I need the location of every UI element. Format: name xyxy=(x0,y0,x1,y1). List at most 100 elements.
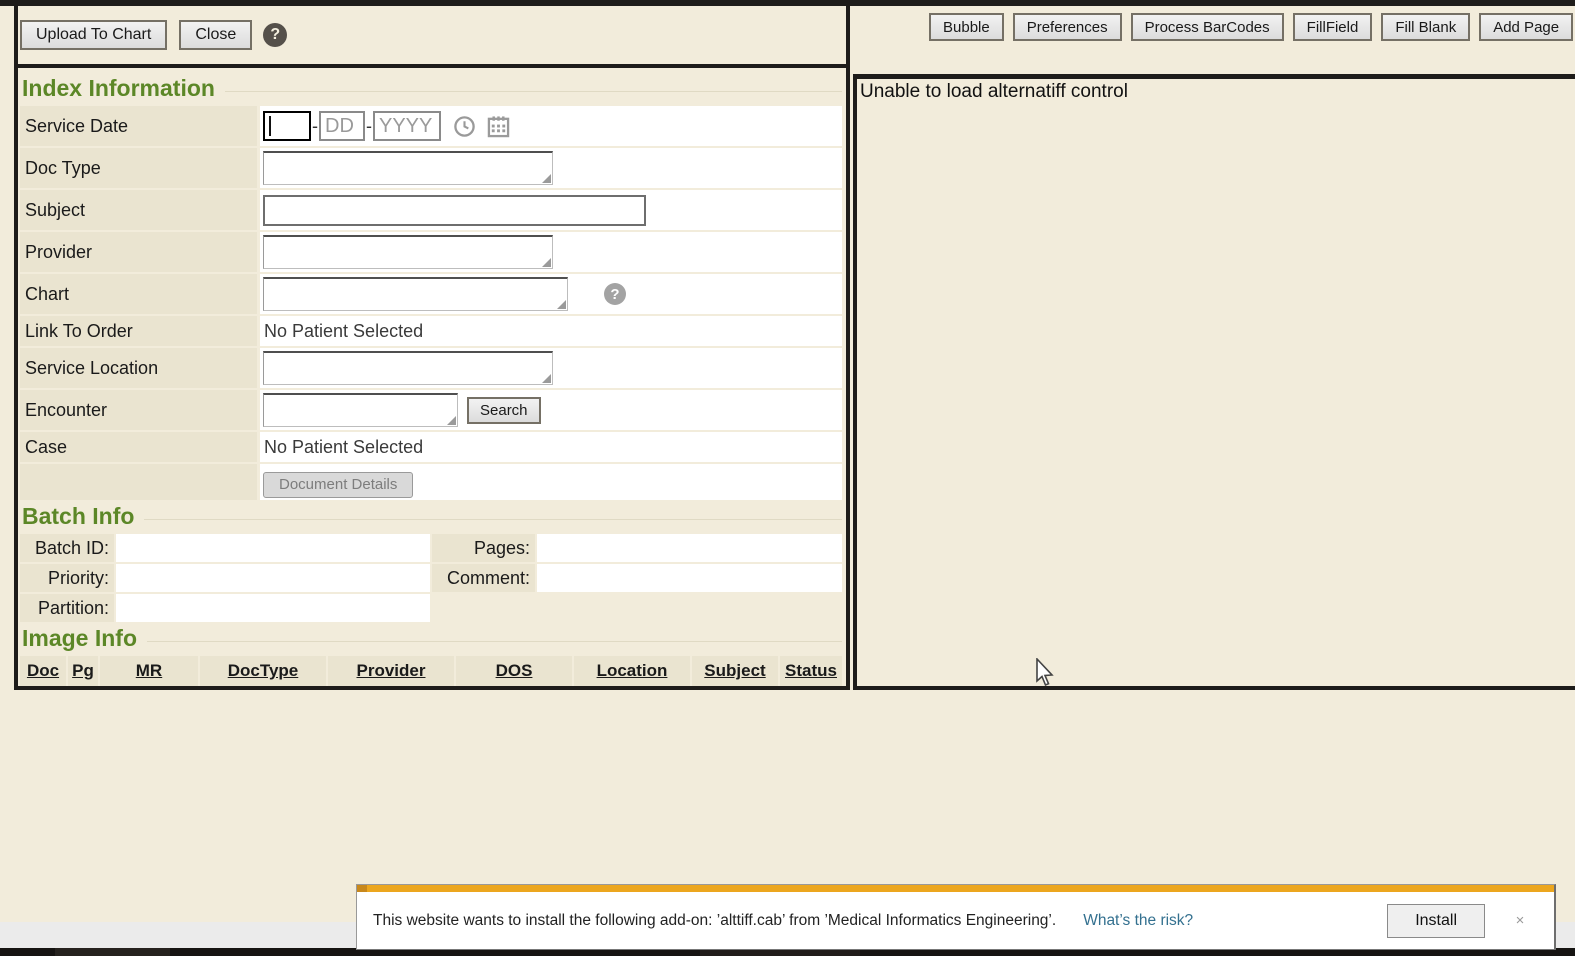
provider-row: Provider xyxy=(20,232,842,272)
whats-the-risk-link[interactable]: What’s the risk? xyxy=(1083,912,1193,930)
upload-to-chart-button[interactable]: Upload To Chart xyxy=(20,20,167,50)
fill-blank-button[interactable]: Fill Blank xyxy=(1381,13,1470,41)
index-toolbar: Upload To Chart Close ? xyxy=(18,6,846,68)
install-button[interactable]: Install xyxy=(1387,904,1485,938)
date-separator: - xyxy=(312,116,318,137)
subject-field xyxy=(260,190,842,230)
service-date-year-input[interactable]: YYYY xyxy=(373,111,441,141)
service-date-row: Service Date - DD - YYYY xyxy=(20,106,842,146)
column-header-mr[interactable]: MR xyxy=(100,656,198,686)
chart-row: Chart ? xyxy=(20,274,842,314)
service-location-field xyxy=(260,348,842,388)
index-information-header: Index Information xyxy=(22,75,842,102)
column-header-location[interactable]: Location xyxy=(574,656,690,686)
combo-corner-icon xyxy=(542,258,551,267)
case-value: No Patient Selected xyxy=(263,437,423,458)
column-header-pg[interactable]: Pg xyxy=(68,656,98,686)
header-rule xyxy=(147,641,842,642)
fillfield-button[interactable]: FillField xyxy=(1293,13,1373,41)
doc-type-combobox[interactable] xyxy=(263,151,553,185)
combo-corner-icon xyxy=(557,300,566,309)
process-barcodes-button[interactable]: Process BarCodes xyxy=(1131,13,1284,41)
case-label: Case xyxy=(20,432,257,462)
notification-message: This website wants to install the follow… xyxy=(373,912,1056,930)
service-date-month-input[interactable] xyxy=(263,111,311,141)
service-location-combobox[interactable] xyxy=(263,351,553,385)
doc-type-row: Doc Type xyxy=(20,148,842,188)
text-caret xyxy=(269,116,271,136)
image-info-title: Image Info xyxy=(22,625,137,652)
document-details-button[interactable]: Document Details xyxy=(263,472,413,498)
taskbar-segment xyxy=(55,948,170,956)
column-header-subject[interactable]: Subject xyxy=(692,656,778,686)
case-field: No Patient Selected xyxy=(260,432,842,462)
link-to-order-row: Link To Order No Patient Selected xyxy=(20,316,842,346)
column-header-doctype[interactable]: DocType xyxy=(200,656,326,686)
help-icon[interactable]: ? xyxy=(263,23,287,47)
mouse-cursor xyxy=(1036,658,1056,688)
subject-input[interactable] xyxy=(263,195,646,226)
encounter-search-button[interactable]: Search xyxy=(467,397,541,424)
addon-notification-bar: This website wants to install the follow… xyxy=(356,884,1556,950)
combo-corner-icon xyxy=(447,416,456,425)
comment-field[interactable] xyxy=(537,564,842,592)
combo-corner-icon xyxy=(542,174,551,183)
priority-field[interactable] xyxy=(116,564,430,592)
add-page-button[interactable]: Add Page xyxy=(1479,13,1573,41)
combo-corner-icon xyxy=(542,374,551,383)
column-header-provider[interactable]: Provider xyxy=(328,656,454,686)
service-date-day-input[interactable]: DD xyxy=(319,111,365,141)
encounter-label: Encounter xyxy=(20,390,257,430)
clock-icon[interactable] xyxy=(453,115,476,138)
encounter-combobox[interactable] xyxy=(263,393,458,427)
link-to-order-label: Link To Order xyxy=(20,316,257,346)
preferences-button[interactable]: Preferences xyxy=(1013,13,1122,41)
link-to-order-value: No Patient Selected xyxy=(263,321,423,342)
partition-field[interactable] xyxy=(116,594,430,622)
batch-info-header: Batch Info xyxy=(22,503,842,530)
index-form: Index Information Service Date - DD - YY… xyxy=(18,68,846,686)
calendar-icon[interactable] xyxy=(487,115,510,138)
image-info-table-header: Doc Pg MR DocType Provider DOS Location … xyxy=(20,656,842,686)
case-row: Case No Patient Selected xyxy=(20,432,842,462)
subject-label: Subject xyxy=(20,190,257,230)
batch-info-grid: Batch ID: Pages: Priority: Comment: Part… xyxy=(20,534,842,622)
document-details-spacer xyxy=(20,464,257,500)
document-details-field: Document Details xyxy=(260,464,842,500)
column-header-dos[interactable]: DOS xyxy=(456,656,572,686)
index-panel: Upload To Chart Close ? Index Informatio… xyxy=(14,6,850,690)
service-location-label: Service Location xyxy=(20,348,257,388)
notification-accent-bar xyxy=(357,885,1554,892)
service-date-label: Service Date xyxy=(20,106,257,146)
doc-type-field xyxy=(260,148,842,188)
batch-info-title: Batch Info xyxy=(22,503,134,530)
column-header-doc[interactable]: Doc xyxy=(20,656,66,686)
encounter-row: Encounter Search xyxy=(20,390,842,430)
provider-combobox[interactable] xyxy=(263,235,553,269)
close-button[interactable]: Close xyxy=(179,20,252,50)
notification-accent-dark-segment xyxy=(357,885,367,892)
batch-id-field[interactable] xyxy=(116,534,430,562)
chart-combobox[interactable] xyxy=(263,277,568,311)
image-viewer-panel: Unable to load alternatiff control xyxy=(853,74,1575,690)
document-details-row: Document Details xyxy=(20,464,842,500)
service-location-row: Service Location xyxy=(20,348,842,388)
date-separator: - xyxy=(366,116,372,137)
subject-row: Subject xyxy=(20,190,842,230)
date-icon-group xyxy=(453,115,510,138)
notification-content: This website wants to install the follow… xyxy=(357,892,1554,949)
comment-label: Comment: xyxy=(432,564,535,592)
pages-field[interactable] xyxy=(537,534,842,562)
link-to-order-field: No Patient Selected xyxy=(260,316,842,346)
column-header-status[interactable]: Status xyxy=(780,656,842,686)
pages-label: Pages: xyxy=(432,534,535,562)
batch-id-label: Batch ID: xyxy=(20,534,114,562)
doc-type-label: Doc Type xyxy=(20,148,257,188)
encounter-field: Search xyxy=(260,390,842,430)
service-date-field: - DD - YYYY xyxy=(260,106,842,146)
notification-close-icon[interactable]: × xyxy=(1512,912,1528,929)
batch-empty-cell xyxy=(537,594,842,622)
chart-help-icon[interactable]: ? xyxy=(604,283,626,305)
bubble-button[interactable]: Bubble xyxy=(929,13,1004,41)
viewer-error-message: Unable to load alternatiff control xyxy=(857,79,1575,103)
